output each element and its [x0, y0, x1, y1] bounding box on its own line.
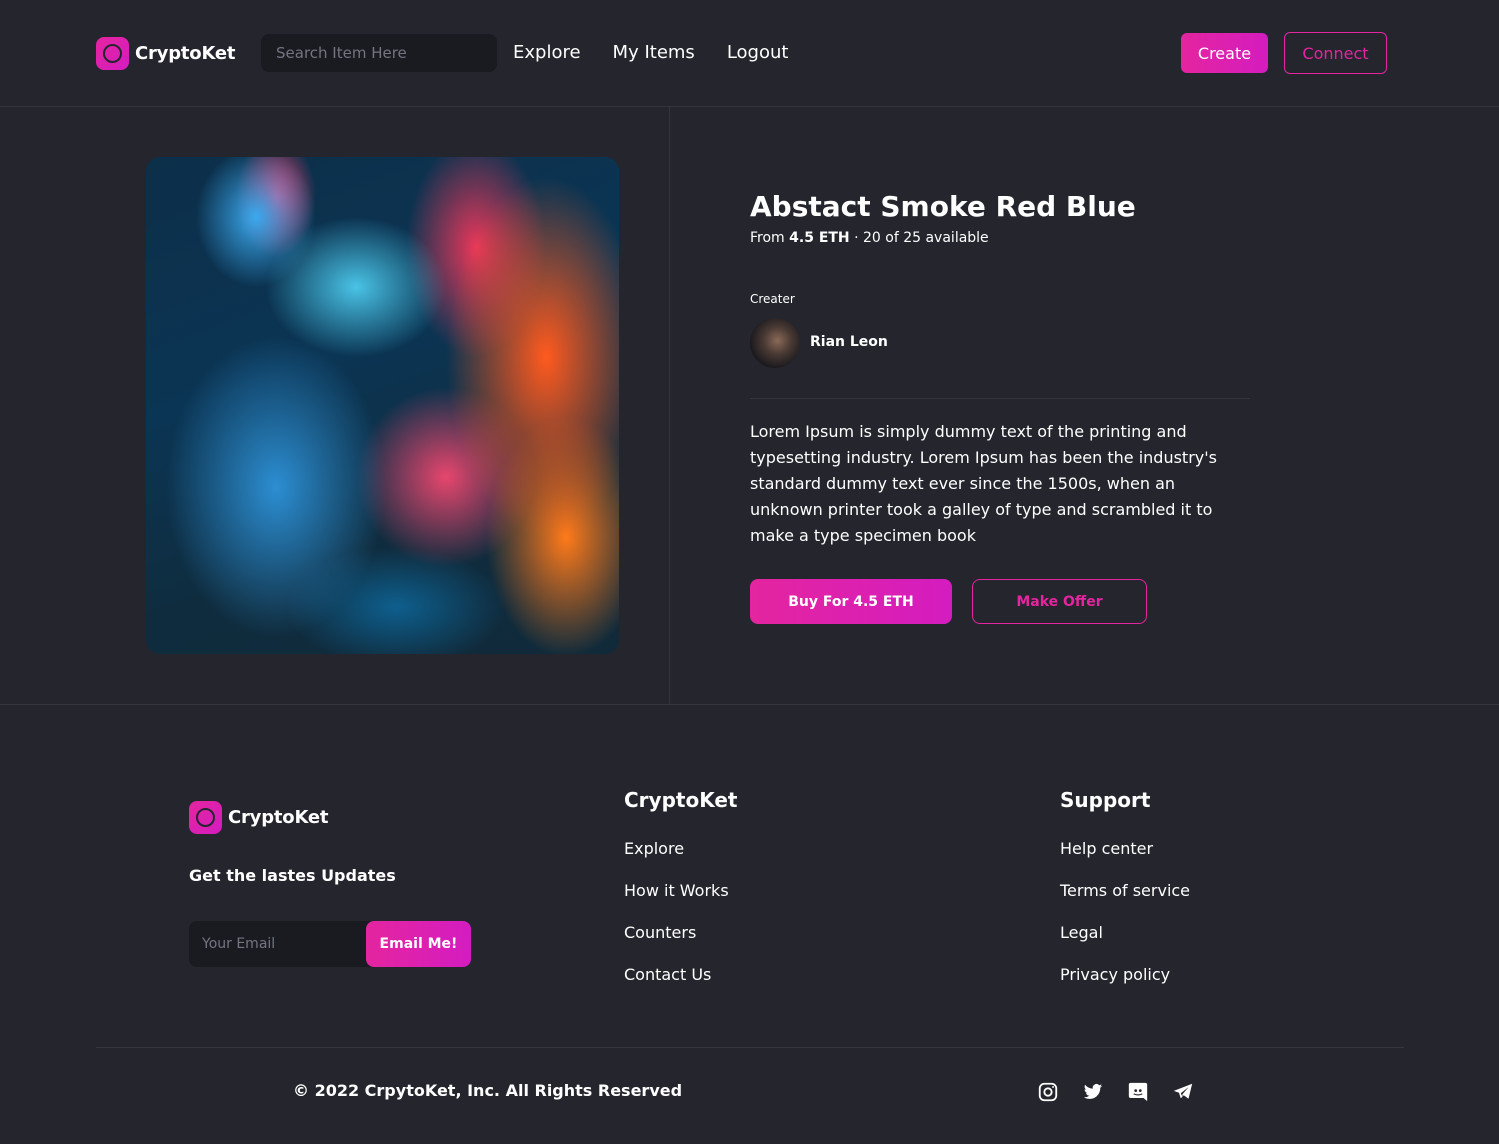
footer-divider	[96, 1047, 1404, 1048]
main-nav: Explore My Items Logout	[513, 42, 788, 63]
nav-my-items[interactable]: My Items	[613, 42, 695, 63]
nft-artwork-image	[146, 157, 619, 654]
telegram-icon[interactable]	[1171, 1080, 1195, 1104]
email-input[interactable]	[189, 921, 367, 967]
footer-logo[interactable]: CryptoKet	[189, 801, 329, 834]
newsletter-form: Email Me!	[189, 921, 471, 967]
create-button[interactable]: Create	[1181, 33, 1268, 73]
item-description: Lorem Ipsum is simply dummy text of the …	[750, 422, 1217, 545]
footer-column-title: CryptoKet	[624, 788, 738, 812]
discord-icon[interactable]	[1126, 1080, 1150, 1104]
item-price-meta: From 4.5 ETH · 20 of 25 available	[750, 230, 989, 246]
header-logo[interactable]: CryptoKet	[96, 37, 236, 70]
nav-logout[interactable]: Logout	[727, 42, 789, 63]
footer-link-help-center[interactable]: Help center	[1060, 839, 1153, 858]
logo-icon	[189, 801, 222, 834]
brand-name: CryptoKet	[135, 43, 236, 64]
connect-button[interactable]: Connect	[1284, 32, 1387, 74]
details-divider	[750, 398, 1250, 399]
twitter-icon[interactable]	[1081, 1080, 1105, 1104]
footer-column-cryptoket: CryptoKet Explore How it Works Counters …	[624, 788, 737, 1006]
footer-column-title: Support	[1060, 788, 1151, 812]
item-availability: · 20 of 25 available	[849, 230, 989, 246]
creator-name[interactable]: Rian Leon	[810, 334, 888, 350]
email-me-button[interactable]: Email Me!	[366, 921, 471, 967]
footer-link-explore[interactable]: Explore	[624, 839, 684, 858]
social-links	[1036, 1080, 1195, 1104]
item-price: 4.5 ETH	[789, 230, 850, 246]
footer-link-contact-us[interactable]: Contact Us	[624, 965, 711, 984]
item-detail-section: Abstact Smoke Red Blue From 4.5 ETH · 20…	[0, 107, 1499, 705]
instagram-icon[interactable]	[1036, 1080, 1060, 1104]
price-prefix: From	[750, 230, 790, 246]
footer-link-counters[interactable]: Counters	[624, 923, 696, 942]
footer-link-privacy[interactable]: Privacy policy	[1060, 965, 1170, 984]
footer-link-terms[interactable]: Terms of service	[1060, 881, 1190, 900]
item-title: Abstact Smoke Red Blue	[750, 190, 1136, 223]
top-navbar: CryptoKet Explore My Items Logout Create…	[0, 0, 1499, 107]
footer-link-legal[interactable]: Legal	[1060, 923, 1103, 942]
footer-link-how-it-works[interactable]: How it Works	[624, 881, 729, 900]
footer-brand-name: CryptoKet	[228, 807, 329, 828]
footer-column-support: Support Help center Terms of service Leg…	[1060, 788, 1190, 1006]
make-offer-button[interactable]: Make Offer	[972, 579, 1147, 624]
nav-explore[interactable]: Explore	[513, 42, 581, 63]
logo-icon	[96, 37, 129, 70]
vertical-divider	[669, 107, 670, 704]
buy-button[interactable]: Buy For 4.5 ETH	[750, 579, 952, 624]
creator-avatar[interactable]	[750, 318, 800, 368]
updates-heading: Get the lastes Updates	[189, 866, 396, 885]
copyright-text: © 2022 CrpytoKet, Inc. All Rights Reserv…	[293, 1081, 683, 1100]
creator-label: Creater	[750, 292, 795, 306]
search-input[interactable]	[261, 34, 497, 72]
